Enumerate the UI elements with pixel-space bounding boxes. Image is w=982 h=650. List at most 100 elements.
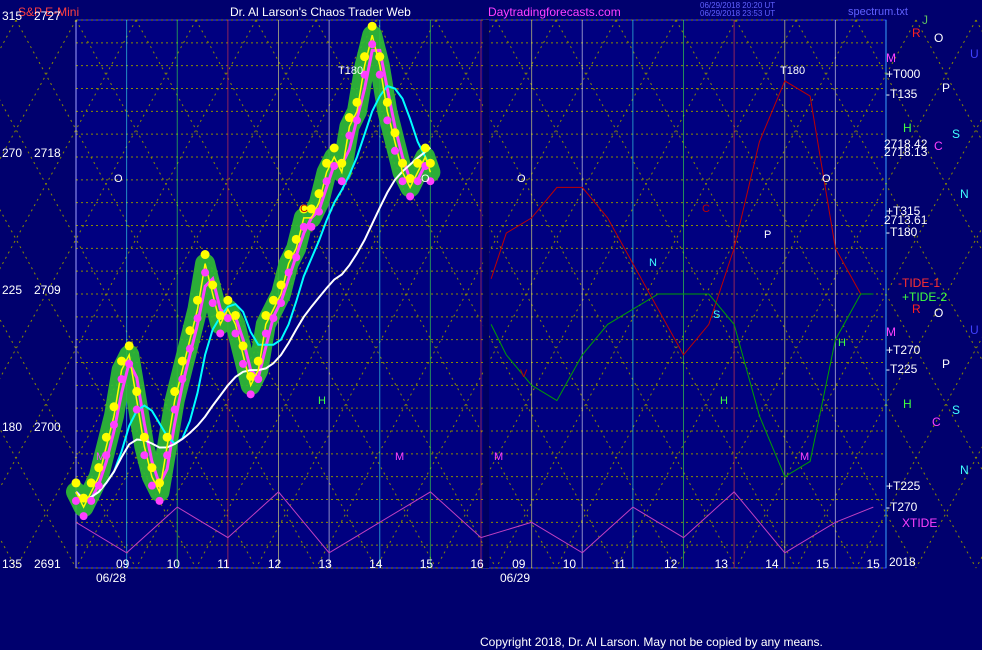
y-angle-225: 225 [2,283,22,297]
x-tick-label-day2: 15 [866,557,880,571]
year-label: 2018 [889,555,916,569]
price-high-point [132,387,142,397]
chart-title: Dr. Al Larson's Chaos Trader Web [230,5,411,19]
price-low-point [254,375,263,384]
price-high-point [223,295,233,305]
annotation-m-3: M [494,451,503,463]
planet-p-bottom: P [942,357,950,371]
tide-label-t135: -T135 [886,87,918,101]
x-tick-label-day2: 10 [563,557,577,571]
price-high-point [375,52,385,62]
annotation-s-1: S [713,309,720,321]
price-high-point [261,310,271,320]
price-low-point [193,314,202,323]
x-tick-label-day1: 11 [217,557,230,571]
tide-label-t180: -T180 [886,225,918,239]
x-tick-label-day2: 15 [816,557,830,571]
annotation-m-2: M [800,451,809,463]
tide-label-t270: +T270 [886,343,921,357]
annotation-o-2: O [421,173,430,185]
price-high-point [185,326,195,336]
price-low-point [261,329,270,338]
price-high-point [170,387,180,397]
price-low-point [352,116,361,125]
x-tick-label-day1: 12 [268,557,282,571]
price-high-point [238,341,248,351]
price-high-point [322,158,332,168]
price-low-point [239,359,248,368]
price-low-point [292,253,301,262]
price-low-point [337,177,346,186]
price-low-point [299,222,308,231]
price-low-point [125,359,134,368]
tide-label-t225: -T225 [886,362,918,376]
annotation-m-1: M [395,451,404,463]
price-high-point [390,128,400,138]
price-high-point [329,143,339,153]
planet-u-top: U [970,47,979,61]
price-high-point [124,341,134,351]
price-high-point [291,234,301,244]
price-high-point [117,356,127,366]
planet-h-top: H [903,121,912,135]
price-low-point [132,405,141,414]
price-high-point [208,280,218,290]
price-high-point [162,432,172,442]
price-low-point [322,177,331,186]
planet-r-bottom: R [912,302,921,316]
price-low-point [330,162,339,170]
planet-h-bottom: H [903,397,912,411]
x-tick-label-day2: 11 [613,557,626,571]
price-high-point [86,478,96,488]
planet-c-bottom: C [932,415,941,429]
annotation-p-1: P [764,229,771,241]
price-high-point [230,310,240,320]
price-high-point [344,113,354,123]
price-low-point [246,390,255,399]
y-price-2700: 2700 [34,420,61,434]
price-high-point [253,356,263,366]
price-high-point [284,250,294,260]
price-high-point [425,158,435,168]
planet-j: J [922,13,928,27]
annotation-o-1: O [114,173,123,185]
price-low-point [208,299,217,307]
planet-o-top: O [934,31,943,45]
price-high-point [337,158,347,168]
price-low-point [170,405,179,414]
price-high-point [306,204,316,214]
annotation-v-1: V [520,368,528,380]
price-low-point [406,192,415,201]
x-tick-label-day1: 09 [116,557,130,571]
tide-label-t000: +T000 [886,67,921,81]
xtide-label: XTIDE [902,516,937,530]
price-high-point [246,371,256,381]
tide2-label: +TIDE-2 [902,290,947,304]
price-high-point [352,97,362,107]
annotation-h-1: H [318,395,326,407]
price-high-point [101,432,111,442]
y-angle-315: 315 [2,9,22,23]
tide-label-t270b: -T270 [886,500,918,514]
price-low-point [140,451,149,460]
price-low-point [216,329,225,338]
price-low-point [223,314,232,323]
price-low-point [163,451,172,460]
price-high-point [193,295,202,305]
site-link[interactable]: Daytradingforecasts.com [488,5,621,19]
price-low-point [345,131,354,140]
price-low-point [94,481,103,490]
tide1-label: -TIDE-1 [898,276,940,290]
source-file: spectrum.txt [848,6,908,18]
x-tick-label-day2: 09 [512,557,526,571]
price-high-point [215,310,225,320]
price-high-point [109,402,119,412]
x-tick-label-day1: 10 [167,557,181,571]
price-low-point [398,177,407,186]
date-label-day2: 06/29 [500,571,530,585]
price-low-point [185,344,194,353]
price-low-point [277,299,286,307]
annotation-n-1: N [649,257,657,269]
annotation-t180-1: T180 [338,65,363,77]
price-high-point [314,189,324,199]
